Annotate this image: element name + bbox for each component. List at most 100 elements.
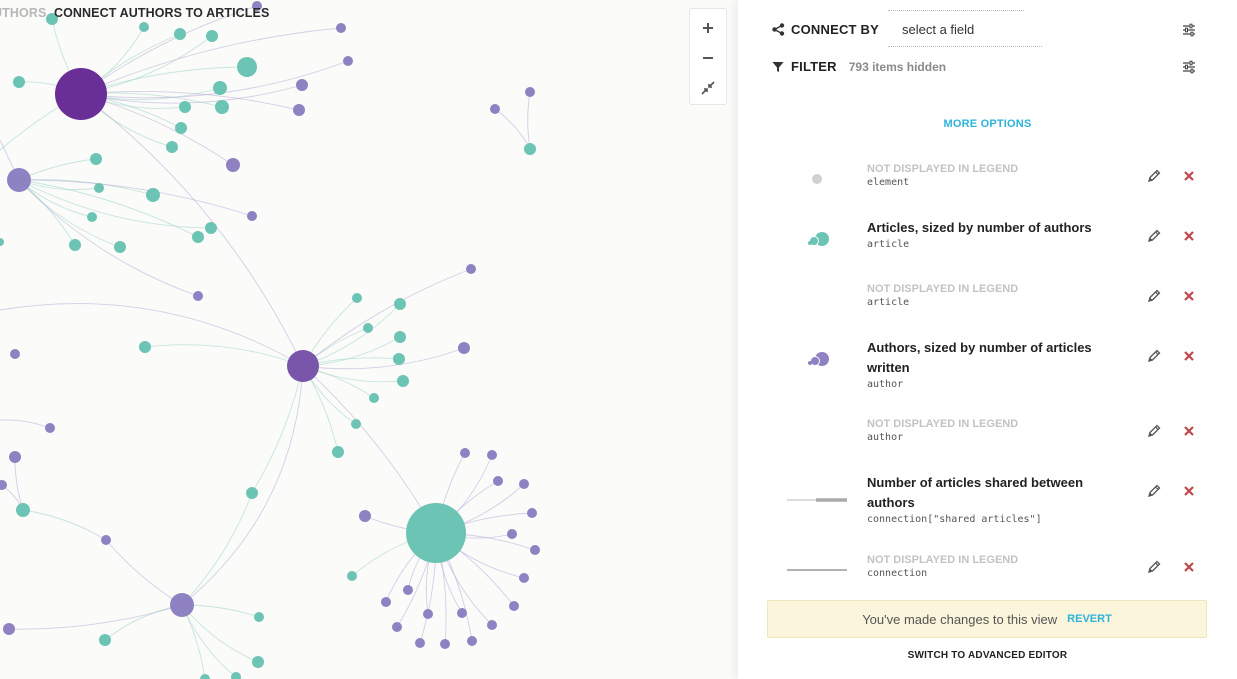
delete-icon[interactable] bbox=[1182, 289, 1196, 303]
author-hub-node[interactable] bbox=[287, 350, 319, 382]
author-node[interactable] bbox=[381, 597, 391, 607]
author-node[interactable] bbox=[423, 609, 433, 619]
author-node[interactable] bbox=[530, 545, 540, 555]
article-node[interactable] bbox=[237, 57, 257, 77]
author-hub-node[interactable] bbox=[55, 68, 107, 120]
article-node[interactable] bbox=[69, 239, 81, 251]
delete-icon[interactable] bbox=[1182, 169, 1196, 183]
article-node[interactable] bbox=[174, 28, 186, 40]
pencil-icon[interactable] bbox=[1146, 348, 1162, 364]
author-node[interactable] bbox=[507, 529, 517, 539]
pencil-icon[interactable] bbox=[1146, 228, 1162, 244]
author-node[interactable] bbox=[519, 573, 529, 583]
article-node[interactable] bbox=[397, 375, 409, 387]
author-node[interactable] bbox=[440, 639, 450, 649]
article-node[interactable] bbox=[99, 634, 111, 646]
article-node[interactable] bbox=[215, 100, 229, 114]
zoom-out-button[interactable] bbox=[690, 43, 726, 73]
author-node[interactable] bbox=[466, 264, 476, 274]
author-node[interactable] bbox=[247, 211, 257, 221]
delete-icon[interactable] bbox=[1182, 424, 1196, 438]
author-node[interactable] bbox=[296, 79, 308, 91]
author-node[interactable] bbox=[336, 23, 346, 33]
author-node[interactable] bbox=[9, 451, 21, 463]
author-node[interactable] bbox=[293, 104, 305, 116]
article-node[interactable] bbox=[94, 183, 104, 193]
delete-icon[interactable] bbox=[1182, 484, 1196, 498]
article-node[interactable] bbox=[352, 293, 362, 303]
article-node[interactable] bbox=[200, 674, 210, 679]
article-node[interactable] bbox=[206, 30, 218, 42]
article-node[interactable] bbox=[205, 222, 217, 234]
author-node[interactable] bbox=[3, 623, 15, 635]
author-node[interactable] bbox=[226, 158, 240, 172]
author-node[interactable] bbox=[460, 448, 470, 458]
author-node[interactable] bbox=[527, 508, 537, 518]
article-node[interactable] bbox=[114, 241, 126, 253]
author-node[interactable] bbox=[359, 510, 371, 522]
article-node[interactable] bbox=[252, 656, 264, 668]
article-node[interactable] bbox=[393, 353, 405, 365]
author-node[interactable] bbox=[493, 476, 503, 486]
author-node[interactable] bbox=[415, 638, 425, 648]
sliders-icon[interactable] bbox=[1181, 59, 1197, 75]
article-hub-node[interactable] bbox=[524, 143, 536, 155]
zoom-in-button[interactable] bbox=[690, 13, 726, 43]
pencil-icon[interactable] bbox=[1146, 168, 1162, 184]
article-node[interactable] bbox=[394, 331, 406, 343]
article-node[interactable] bbox=[351, 419, 361, 429]
delete-icon[interactable] bbox=[1182, 229, 1196, 243]
more-options-link[interactable]: MORE OPTIONS bbox=[738, 118, 1237, 130]
article-node[interactable] bbox=[213, 81, 227, 95]
article-node[interactable] bbox=[363, 323, 373, 333]
author-node[interactable] bbox=[457, 608, 467, 618]
pencil-icon[interactable] bbox=[1146, 423, 1162, 439]
network-graph[interactable] bbox=[0, 0, 738, 679]
author-node[interactable] bbox=[193, 291, 203, 301]
article-node[interactable] bbox=[231, 672, 241, 679]
article-node[interactable] bbox=[175, 122, 187, 134]
author-node[interactable] bbox=[458, 342, 470, 354]
author-node[interactable] bbox=[467, 636, 477, 646]
author-node[interactable] bbox=[509, 601, 519, 611]
author-node[interactable] bbox=[45, 423, 55, 433]
article-node[interactable] bbox=[146, 188, 160, 202]
article-node[interactable] bbox=[139, 341, 151, 353]
article-node[interactable] bbox=[179, 101, 191, 113]
article-node[interactable] bbox=[139, 22, 149, 32]
delete-icon[interactable] bbox=[1182, 349, 1196, 363]
pencil-icon[interactable] bbox=[1146, 559, 1162, 575]
article-node[interactable] bbox=[254, 612, 264, 622]
article-hub-node[interactable] bbox=[16, 503, 30, 517]
graph-canvas[interactable]: UTHORS CONNECT AUTHORS TO ARTICLES bbox=[0, 0, 738, 679]
article-node[interactable] bbox=[394, 298, 406, 310]
sliders-icon[interactable] bbox=[1181, 22, 1197, 38]
author-node[interactable] bbox=[525, 87, 535, 97]
pencil-icon[interactable] bbox=[1146, 288, 1162, 304]
author-node[interactable] bbox=[392, 622, 402, 632]
author-node[interactable] bbox=[487, 620, 497, 630]
advanced-editor-button[interactable]: SWITCH TO ADVANCED EDITOR bbox=[738, 650, 1237, 661]
revert-button[interactable]: REVERT bbox=[1067, 613, 1112, 625]
author-node[interactable] bbox=[403, 585, 413, 595]
article-node[interactable] bbox=[90, 153, 102, 165]
author-hub-node[interactable] bbox=[7, 168, 31, 192]
author-node[interactable] bbox=[101, 535, 111, 545]
article-hub-node[interactable] bbox=[406, 503, 466, 563]
article-node[interactable] bbox=[13, 76, 25, 88]
author-node[interactable] bbox=[343, 56, 353, 66]
article-node[interactable] bbox=[192, 231, 204, 243]
article-node[interactable] bbox=[87, 212, 97, 222]
author-node[interactable] bbox=[490, 104, 500, 114]
filter-hidden-count[interactable]: 793 items hidden bbox=[849, 60, 946, 74]
article-node[interactable] bbox=[347, 571, 357, 581]
author-hub-node[interactable] bbox=[170, 593, 194, 617]
article-node[interactable] bbox=[166, 141, 178, 153]
article-node[interactable] bbox=[0, 238, 4, 246]
fit-view-button[interactable] bbox=[690, 73, 726, 103]
connect-by-field-select[interactable]: select a field bbox=[888, 18, 1042, 47]
author-node[interactable] bbox=[10, 349, 20, 359]
pencil-icon[interactable] bbox=[1146, 483, 1162, 499]
article-node[interactable] bbox=[369, 393, 379, 403]
author-node[interactable] bbox=[519, 479, 529, 489]
